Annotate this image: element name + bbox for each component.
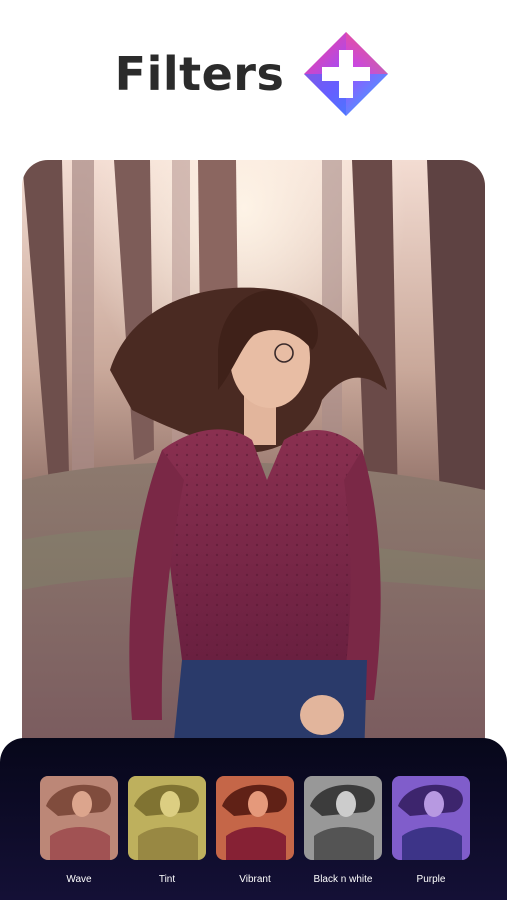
diamond-plus-logo-icon bbox=[304, 32, 389, 116]
filter-tint bbox=[128, 776, 206, 860]
filter-tint bbox=[392, 776, 470, 860]
filter-thumbnail[interactable] bbox=[216, 776, 294, 860]
filter-thumbnail[interactable] bbox=[128, 776, 206, 860]
filter-label: Wave bbox=[66, 874, 92, 885]
filter-wave[interactable]: Wave bbox=[40, 776, 118, 885]
filter-black-n-white[interactable]: Black n white bbox=[304, 776, 382, 885]
filter-tint bbox=[40, 776, 118, 860]
filter-label: Black n white bbox=[313, 874, 373, 885]
filter-tint bbox=[304, 776, 382, 860]
filter-thumbnail[interactable] bbox=[40, 776, 118, 860]
photo-preview[interactable] bbox=[22, 160, 485, 760]
filter-label: Tint bbox=[158, 874, 176, 885]
filter-purple[interactable]: Purple bbox=[392, 776, 470, 885]
portrait-photo bbox=[22, 160, 485, 760]
filter-label: Purple bbox=[416, 874, 446, 885]
filter-tint bbox=[216, 776, 294, 860]
page-title: Filters bbox=[114, 47, 285, 101]
filter-vibrant[interactable]: Vibrant bbox=[216, 776, 294, 885]
filter-thumbnail[interactable] bbox=[392, 776, 470, 860]
filter-panel: Wave Tint Vibrant Black n white Purple bbox=[0, 738, 507, 900]
filter-tint-option[interactable]: Tint bbox=[128, 776, 206, 885]
header: Filters bbox=[0, 28, 507, 120]
filter-label: Vibrant bbox=[239, 874, 271, 885]
filter-thumbnail[interactable] bbox=[304, 776, 382, 860]
